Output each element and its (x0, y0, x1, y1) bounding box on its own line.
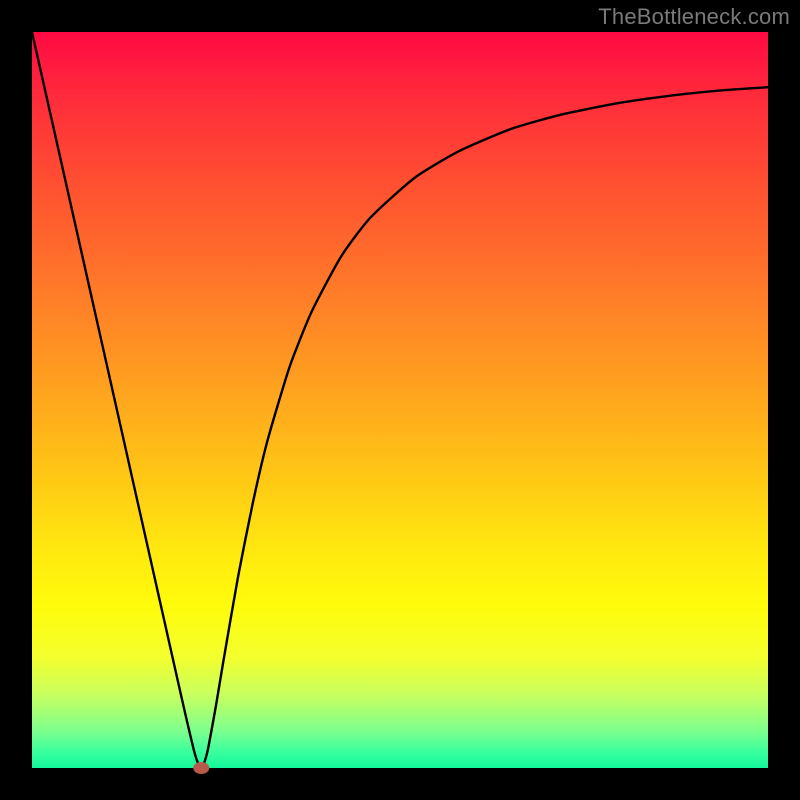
curve-svg (32, 32, 768, 768)
bottleneck-curve (32, 32, 768, 768)
optimal-point-marker (193, 762, 209, 774)
plot-area (32, 32, 768, 768)
watermark-text: TheBottleneck.com (598, 4, 790, 30)
chart-frame: TheBottleneck.com (0, 0, 800, 800)
